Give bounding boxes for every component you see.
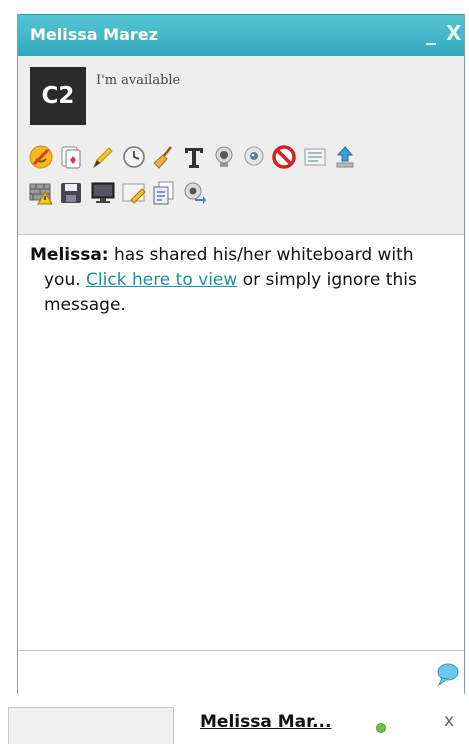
profile-panel: C2 I'm available (18, 56, 464, 235)
webcam-icon[interactable] (211, 144, 237, 170)
chat-window: Melissa Marez _ X C2 I'm available Melis… (17, 14, 465, 694)
block-icon[interactable] (271, 144, 297, 170)
monitor-icon[interactable] (90, 180, 116, 206)
card-game-icon[interactable] (58, 144, 84, 170)
text-format-icon[interactable] (181, 144, 207, 170)
online-status-icon (377, 724, 385, 732)
title-bar[interactable]: Melissa Marez _ X (18, 14, 464, 56)
webcam-share-icon[interactable] (181, 180, 207, 206)
whiteboard-icon[interactable] (121, 180, 147, 206)
taskbar-blank-tab[interactable] (8, 707, 174, 744)
close-button[interactable]: X (446, 21, 461, 45)
broom-icon[interactable] (151, 144, 177, 170)
webcam-round-icon[interactable] (241, 144, 267, 170)
smiley-icon[interactable] (28, 144, 54, 170)
message-sender: Melissa: (30, 245, 109, 265)
avatar: C2 (30, 67, 86, 125)
taskbar-chat-tab[interactable]: Melissa Mar... (200, 712, 331, 732)
copy-icon[interactable] (151, 180, 177, 206)
view-whiteboard-link[interactable]: Click here to view (86, 270, 237, 290)
list-icon[interactable] (302, 144, 328, 170)
pencil-icon[interactable] (90, 144, 116, 170)
message: Melissa: has shared his/her whiteboard w… (30, 243, 450, 318)
message-area: Melissa: has shared his/her whiteboard w… (18, 235, 464, 650)
message-input[interactable] (18, 650, 464, 694)
window-title: Melissa Marez (30, 25, 158, 44)
upload-icon[interactable] (332, 144, 358, 170)
minimize-button[interactable]: _ (426, 21, 436, 45)
save-icon[interactable] (58, 180, 84, 206)
warning-wall-icon[interactable] (28, 180, 54, 206)
status-text: I'm available (96, 73, 181, 88)
speech-bubble-icon[interactable] (434, 661, 460, 687)
clock-icon[interactable] (121, 144, 147, 170)
taskbar-close-button[interactable]: x (444, 711, 454, 731)
